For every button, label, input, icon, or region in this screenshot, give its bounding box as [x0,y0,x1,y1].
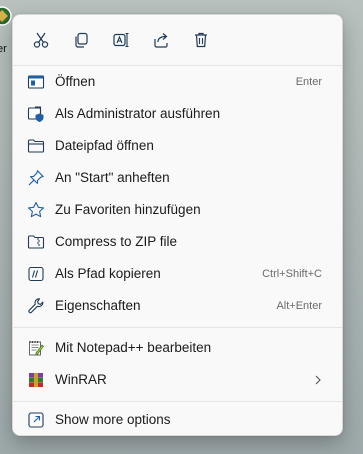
scissors-icon [33,32,49,48]
menu-item-run-as-admin[interactable]: Als Administrator ausführen [17,99,338,129]
rename-button[interactable] [101,23,141,57]
share-button[interactable] [141,23,181,57]
chevron-right-icon [312,373,324,387]
menu-item-label: An "Start" anheften [55,170,170,185]
menu-item-label: Show more options [55,412,171,427]
menu-item-shortcut: Alt+Enter [276,300,322,312]
menu-item-properties[interactable]: Eigenschaften Alt+Enter [17,291,338,321]
folder-icon [27,137,45,155]
menu-item-compress-zip[interactable]: Compress to ZIP file [17,227,338,257]
menu-item-label: Dateipfad öffnen [55,138,154,153]
notepadpp-icon [27,339,45,357]
open-app-icon [27,73,45,91]
separator [13,401,342,402]
menu-item-label: Mit Notepad++ bearbeiten [55,340,212,355]
share-icon [154,33,168,48]
menu-item-label: WinRAR [55,372,107,387]
separator [13,327,342,328]
menu-item-shortcut: Ctrl+Shift+C [262,268,322,280]
menu-item-label: Öffnen [55,74,96,89]
desktop-icon-label: er [0,43,7,55]
separator [13,65,342,66]
copy-icon [75,32,88,48]
delete-button[interactable] [181,23,221,57]
menu-item-shortcut: Enter [295,76,322,88]
menu-item-show-more-options[interactable]: Show more options [17,405,338,435]
menu-item-pin-to-start[interactable]: An "Start" anheften [17,163,338,193]
copy-button[interactable] [61,23,101,57]
pin-icon [27,169,45,187]
menu-item-label: Compress to ZIP file [55,234,178,249]
menu-item-label: Als Administrator ausführen [55,106,221,121]
copy-path-icon [27,265,45,283]
menu-item-edit-notepadpp[interactable]: Mit Notepad++ bearbeiten [17,333,338,363]
wrench-icon [27,297,45,315]
desktop-app-icon[interactable] [0,6,12,26]
menu-item-label: Eigenschaften [55,298,141,313]
context-menu: Öffnen Enter Als Administrator ausführen… [12,14,343,436]
menu-item-label: Als Pfad kopieren [55,266,161,281]
trash-icon [195,32,207,48]
menu-item-open-file-location[interactable]: Dateipfad öffnen [17,131,338,161]
menu-item-winrar[interactable]: WinRAR [17,365,338,395]
cut-button[interactable] [21,23,61,57]
star-icon [27,201,45,219]
admin-shield-icon [27,105,45,123]
menu-item-label: Zu Favoriten hinzufügen [55,202,201,217]
winrar-icon [27,371,45,389]
quick-actions-bar [21,23,221,57]
menu-item-add-to-favorites[interactable]: Zu Favoriten hinzufügen [17,195,338,225]
zip-folder-icon [27,233,45,251]
menu-item-open[interactable]: Öffnen Enter [17,67,338,97]
menu-item-copy-as-path[interactable]: Als Pfad kopieren Ctrl+Shift+C [17,259,338,289]
rename-icon [113,32,129,48]
show-more-icon [27,411,45,429]
